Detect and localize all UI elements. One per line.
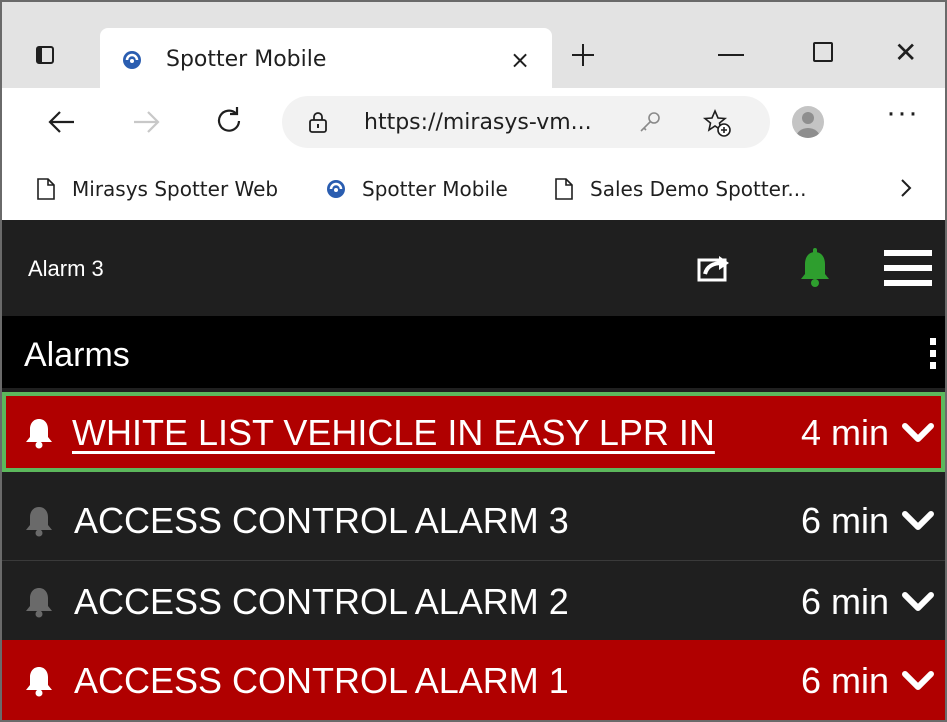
alarm-label[interactable]: ACCESS CONTROL ALARM 3 — [74, 500, 569, 542]
bell-icon — [26, 507, 52, 537]
key-icon[interactable] — [638, 110, 662, 134]
browser-window: Spotter Mobile × ✕ https://mirasys-vm...… — [0, 0, 947, 722]
menu-icon[interactable] — [884, 248, 932, 288]
more-menu-button[interactable]: ··· — [886, 96, 919, 130]
alarm-time: 6 min — [800, 581, 889, 622]
chevron-down-icon[interactable] — [901, 420, 935, 446]
alarm-row[interactable]: ACCESS CONTROL ALARM 2 6 min — [2, 560, 945, 640]
alarm-row[interactable]: ACCESS CONTROL ALARM 1 6 min — [2, 640, 945, 720]
bell-icon — [26, 588, 52, 618]
new-tab-icon[interactable] — [570, 42, 596, 68]
alarm-label[interactable]: ACCESS CONTROL ALARM 1 — [74, 660, 569, 702]
chevron-down-icon[interactable] — [901, 508, 935, 534]
maximize-button[interactable] — [813, 42, 833, 62]
tab-close-icon[interactable]: × — [510, 46, 530, 74]
browser-toolbar: https://mirasys-vm... ··· — [2, 88, 945, 156]
bell-icon — [26, 419, 52, 449]
alarm-row[interactable]: ACCESS CONTROL ALARM 3 6 min — [2, 480, 945, 560]
bookmark-label: Mirasys Spotter Web — [72, 177, 279, 201]
tab-actions-icon[interactable] — [36, 46, 54, 64]
minimize-button[interactable] — [718, 54, 744, 56]
tab-title: Spotter Mobile — [166, 47, 327, 72]
alarms-heading: Alarms — [24, 336, 130, 374]
page-title: Alarm 3 — [28, 256, 104, 281]
alarm-row[interactable]: WHITE LIST VEHICLE IN EASY LPR IN 4 min — [2, 392, 945, 472]
profile-avatar[interactable] — [792, 106, 824, 138]
bookmark-sales-demo-spotter[interactable]: Sales Demo Spotter... — [554, 174, 806, 204]
bookmark-spotter-mobile[interactable]: Spotter Mobile — [326, 174, 508, 204]
alarm-label[interactable]: ACCESS CONTROL ALARM 2 — [74, 581, 569, 623]
forward-arrow-icon[interactable] — [130, 106, 162, 138]
chevron-down-icon[interactable] — [901, 668, 935, 694]
window-close-button[interactable]: ✕ — [894, 36, 917, 69]
back-arrow-icon[interactable] — [46, 106, 78, 138]
tab-spotter-mobile[interactable]: Spotter Mobile × — [100, 28, 552, 88]
spotter-logo-icon — [327, 180, 345, 198]
alarm-time: 6 min — [800, 660, 889, 701]
app-header: Alarm 3 — [2, 220, 945, 316]
page-icon — [37, 178, 55, 200]
alarms-header: Alarms — [2, 316, 945, 388]
bell-icon — [26, 667, 52, 697]
address-bar[interactable]: https://mirasys-vm... — [282, 96, 770, 148]
tab-strip: Spotter Mobile × ✕ — [2, 2, 945, 88]
alarm-time: 4 min — [800, 412, 889, 453]
bookmark-label: Spotter Mobile — [362, 177, 508, 201]
alarm-time: 6 min — [800, 500, 889, 541]
spotter-logo-icon — [123, 51, 141, 69]
person-icon — [796, 112, 820, 138]
add-favorite-icon[interactable] — [702, 108, 732, 138]
bookmark-label: Sales Demo Spotter... — [590, 177, 807, 201]
bell-icon[interactable] — [798, 248, 832, 288]
kebab-menu-icon[interactable] — [928, 336, 938, 372]
page-icon — [555, 178, 573, 200]
url-text: https://mirasys-vm... — [364, 110, 592, 135]
lock-icon[interactable] — [308, 111, 328, 133]
chevron-right-icon[interactable] — [896, 174, 916, 202]
bookmark-mirasys-spotter-web[interactable]: Mirasys Spotter Web — [36, 174, 278, 204]
refresh-icon[interactable] — [212, 104, 246, 138]
chevron-down-icon[interactable] — [901, 589, 935, 615]
alarm-label[interactable]: WHITE LIST VEHICLE IN EASY LPR IN — [72, 412, 715, 454]
export-icon[interactable] — [697, 252, 733, 282]
bookmarks-bar: Mirasys Spotter Web Spotter Mobile Sales… — [2, 156, 945, 220]
